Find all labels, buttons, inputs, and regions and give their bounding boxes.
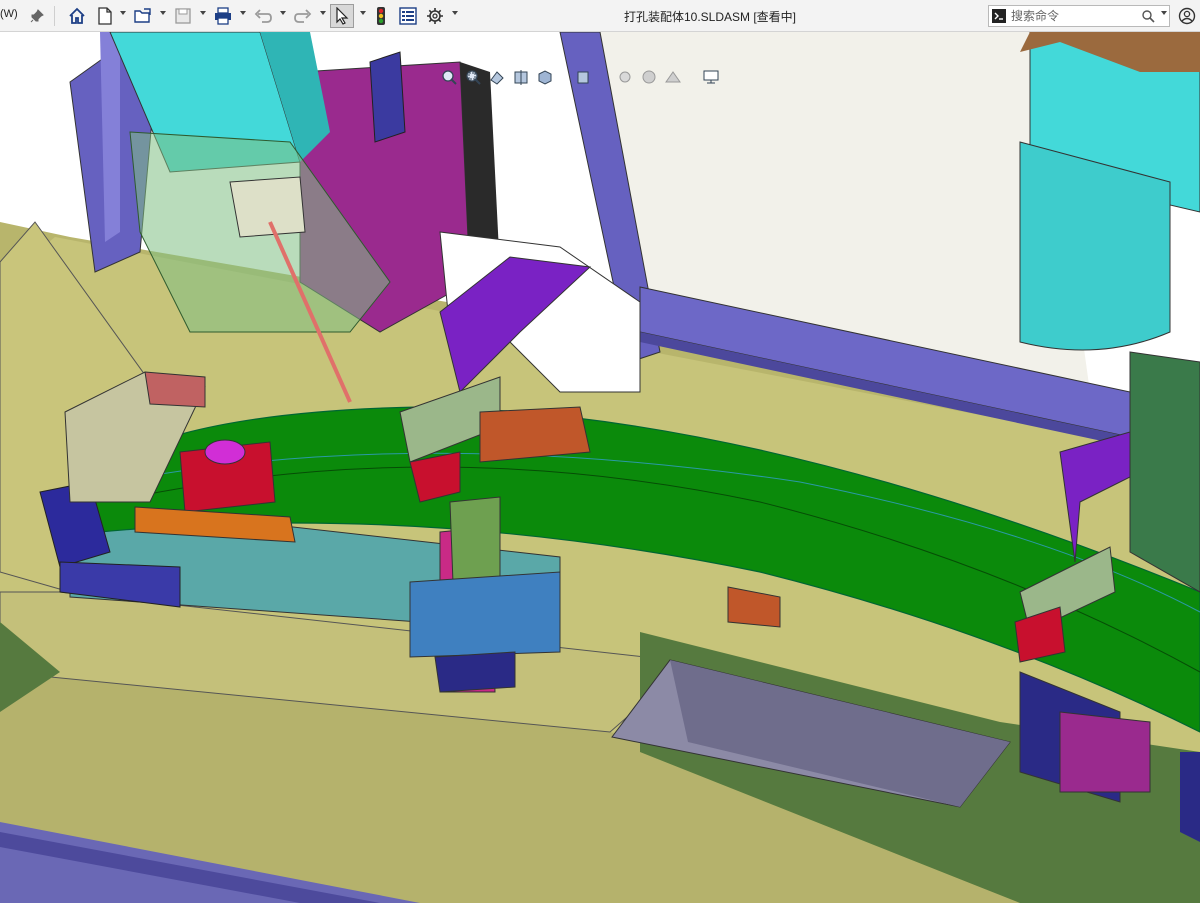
select-cursor-icon[interactable] [330, 4, 354, 28]
pin-icon[interactable] [28, 4, 46, 28]
right-lower-magenta [1059, 711, 1151, 793]
title-bar: (W) 打孔装配体10.SLDASM [查看中] 搜索命令 [0, 0, 1200, 32]
graphics-area[interactable] [0, 32, 1200, 903]
assembly-model-render[interactable] [0, 32, 1200, 903]
view-settings-icon[interactable] [702, 68, 722, 88]
search-box[interactable] [988, 5, 1170, 27]
options-dropdown-caret[interactable] [452, 11, 458, 15]
new-dropdown-caret[interactable] [120, 11, 126, 15]
right-side-plate [1129, 351, 1200, 593]
print-icon[interactable] [212, 4, 234, 28]
open-dropdown-caret[interactable] [160, 11, 166, 15]
print-dropdown-caret[interactable] [240, 11, 246, 15]
search-dropdown-caret[interactable] [1161, 11, 1167, 15]
view-orientation-icon[interactable] [536, 68, 556, 88]
zoom-area-icon[interactable] [464, 68, 484, 88]
lower-post-base [434, 651, 516, 693]
user-account-icon[interactable] [1176, 4, 1198, 28]
left-stop-red [144, 371, 206, 408]
home-icon[interactable] [66, 4, 88, 28]
options-gear-icon[interactable] [424, 4, 446, 28]
display-style-icon[interactable] [574, 68, 594, 88]
apply-scene-icon[interactable] [664, 68, 684, 88]
menu-stub-label[interactable]: (W) [0, 8, 18, 20]
document-title: 打孔装配体10.SLDASM [查看中] [623, 10, 797, 24]
right-edge-block [1180, 752, 1200, 842]
blue-bracket [369, 51, 406, 143]
command-prompt-icon [992, 9, 1006, 23]
save-icon[interactable] [172, 4, 194, 28]
search-icon[interactable] [1141, 9, 1155, 23]
lower-post-blue [409, 571, 561, 658]
save-dropdown-caret[interactable] [200, 11, 206, 15]
section-view-icon[interactable] [512, 68, 532, 88]
undo-icon[interactable] [252, 4, 274, 28]
previous-view-icon[interactable] [488, 68, 508, 88]
search-input[interactable] [1011, 8, 1131, 24]
magenta-bushing [204, 439, 246, 465]
edit-appearance-icon[interactable] [640, 68, 660, 88]
clamp-bracket-orange [479, 406, 591, 463]
redo-icon[interactable] [292, 4, 314, 28]
drill-chuck [229, 176, 306, 238]
file-properties-icon[interactable] [397, 4, 419, 28]
undo-dropdown-caret[interactable] [280, 11, 286, 15]
toolbar-separator [54, 6, 55, 26]
new-document-icon[interactable] [94, 4, 116, 28]
hide-show-icon[interactable] [616, 68, 636, 88]
open-folder-icon[interactable] [132, 4, 154, 28]
select-dropdown-caret[interactable] [360, 11, 366, 15]
traffic-light-icon[interactable] [372, 4, 390, 28]
zoom-to-fit-icon[interactable] [440, 68, 460, 88]
redo-dropdown-caret[interactable] [320, 11, 326, 15]
